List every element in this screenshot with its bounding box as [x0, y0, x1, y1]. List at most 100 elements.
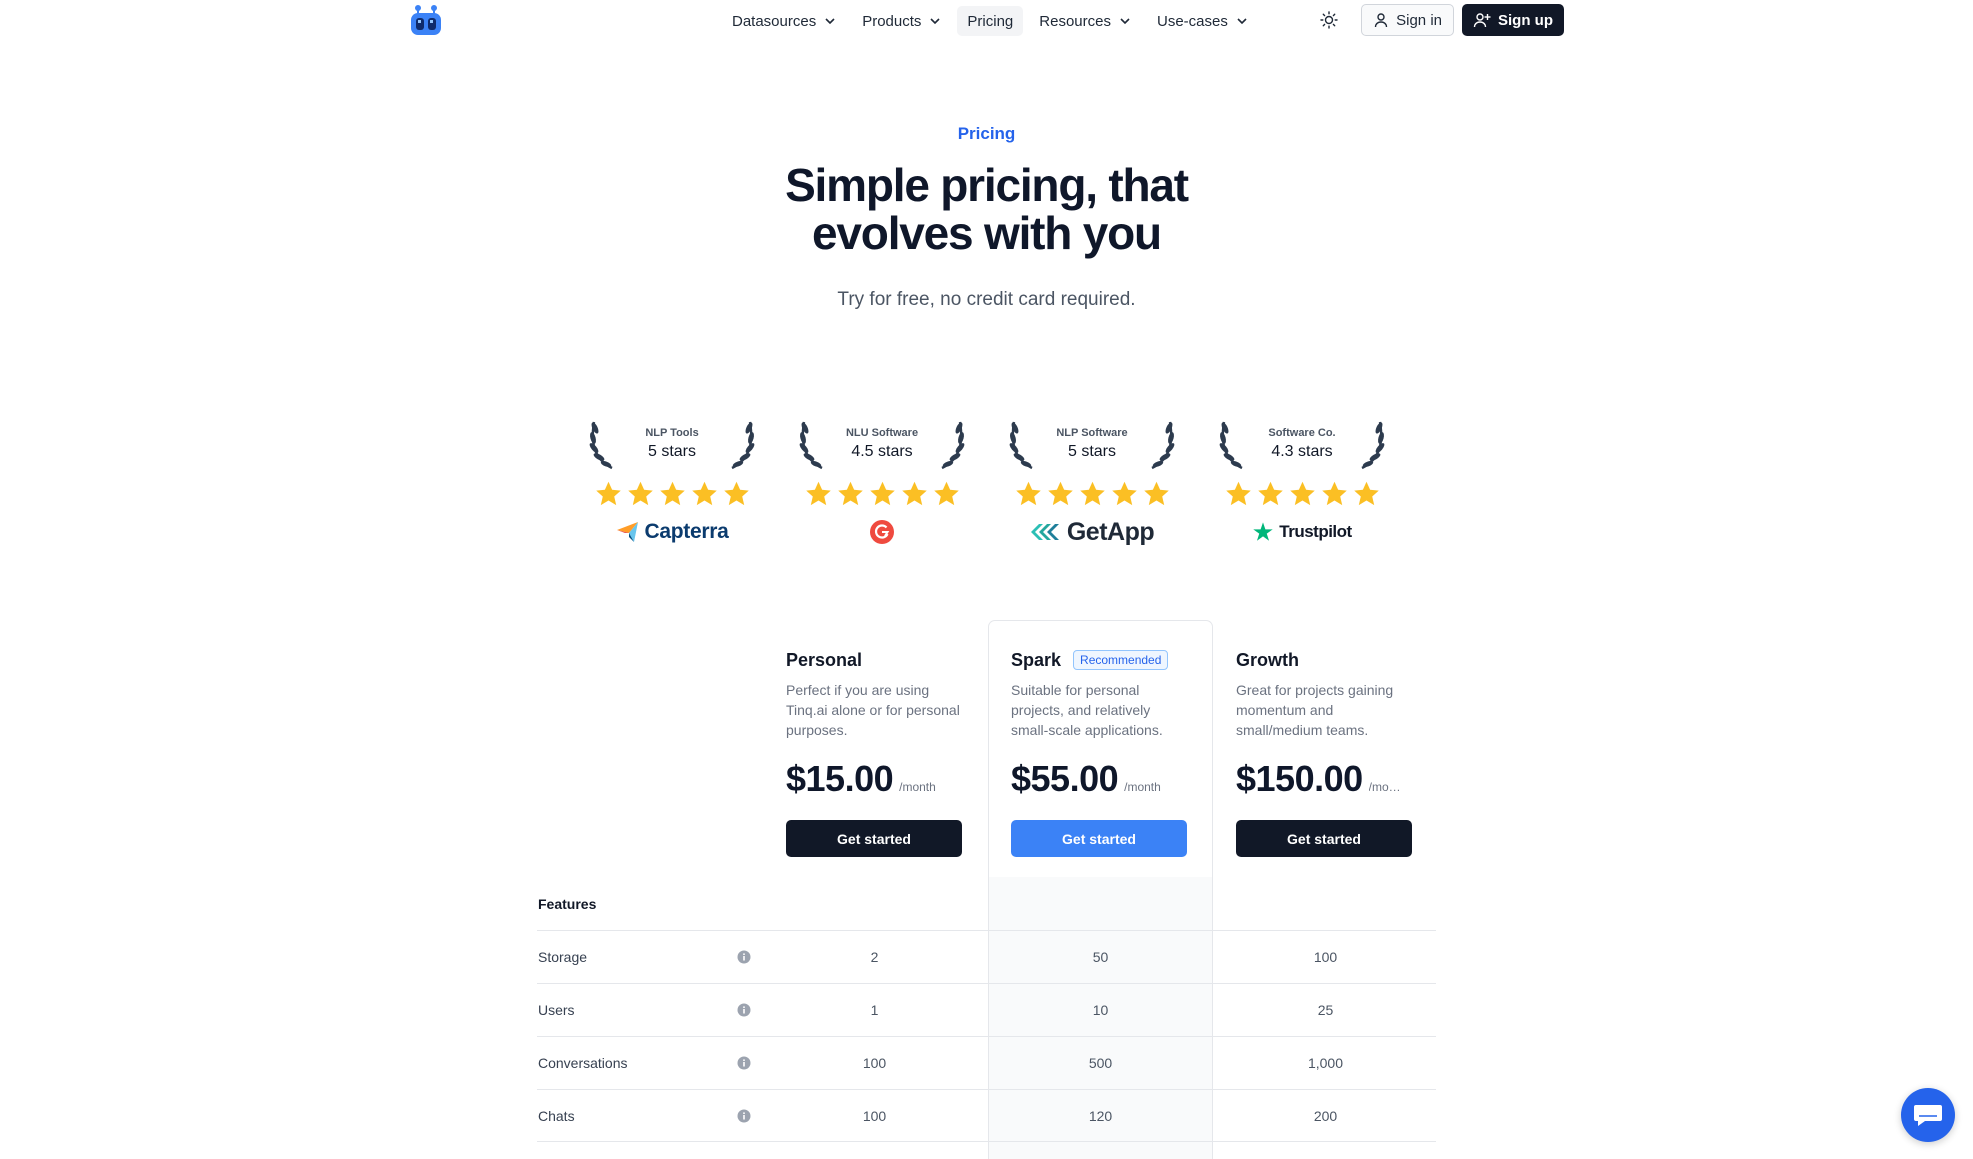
award-category: NLU Software	[845, 427, 919, 439]
nav-item-datasources[interactable]: Datasources	[722, 6, 846, 36]
laurel-left-icon	[799, 421, 823, 470]
chevron-down-icon	[930, 18, 940, 25]
nav-item-resources[interactable]: Resources	[1029, 6, 1141, 36]
sign-in-button[interactable]: Sign in	[1361, 4, 1454, 36]
chat-widget-button[interactable]	[1901, 1088, 1955, 1142]
nav-item-label: Resources	[1039, 12, 1111, 30]
table-row: Chats 100 120 200	[537, 1089, 1436, 1142]
g2-icon	[870, 520, 894, 544]
feature-rows: Storage 2 50 100 Users 1 10 25 Conversat…	[537, 930, 1436, 1142]
price-period: /month	[1368, 780, 1405, 794]
chevron-down-icon	[825, 18, 835, 25]
star-icon	[1143, 481, 1169, 506]
star-icon	[1321, 481, 1347, 506]
plan-description: Great for projects gaining momentum and …	[1236, 682, 1394, 738]
star-icon	[595, 481, 621, 506]
nav-item-use-cases[interactable]: Use-cases	[1147, 6, 1258, 36]
nav-item-label: Pricing	[967, 12, 1014, 30]
sign-in-label: Sign in	[1396, 11, 1442, 29]
laurel-wreath: NLU Software 4.5 stars	[794, 414, 970, 472]
award-category: NLP Tools	[645, 427, 699, 439]
recommended-badge: Recommended	[1073, 650, 1169, 670]
feature-label: Chats	[538, 1107, 575, 1124]
laurel-wreath: NLP Software 5 stars	[1004, 414, 1180, 472]
nav-item-label: Datasources	[732, 12, 817, 30]
hero-subtitle: Try for free, no credit card required.	[837, 289, 1136, 310]
user-icon	[1374, 13, 1388, 28]
star-icon	[1047, 481, 1073, 506]
nav-actions: Sign in Sign up	[1313, 4, 1564, 36]
info-icon[interactable]	[737, 950, 751, 964]
nav-item-products[interactable]: Products	[852, 6, 951, 36]
star-icon	[933, 481, 959, 506]
info-icon[interactable]	[737, 1109, 751, 1123]
plan-price: $15.00 /month	[786, 758, 964, 800]
price-period: /month	[1124, 780, 1161, 794]
star-icon	[1353, 481, 1379, 506]
table-cell: 100	[862, 1107, 887, 1124]
award-badge: Software Co. 4.3 stars Trustpilot	[1212, 414, 1392, 547]
page-title: Simple pricing, that evolves with you	[0, 161, 1973, 257]
star-icon	[869, 481, 895, 506]
table-cell: 200	[1313, 1107, 1338, 1124]
get-started-button-growth[interactable]: Get started	[1236, 820, 1412, 857]
sign-up-button[interactable]: Sign up	[1462, 4, 1564, 36]
laurel-right-icon	[1361, 421, 1385, 470]
plan-description: Suitable for personal projects, and rela…	[1011, 682, 1163, 738]
award-badge: NLP Software 5 stars GetApp	[1002, 414, 1182, 547]
award-badge: NLU Software 4.5 stars	[792, 414, 972, 547]
table-cell: 1,000	[1307, 1055, 1344, 1071]
table-cell: 25	[1317, 1002, 1334, 1018]
star-rating	[594, 480, 751, 508]
robot-logo-icon[interactable]	[409, 4, 443, 36]
laurel-wreath: Software Co. 4.3 stars	[1214, 414, 1390, 472]
theme-toggle-button[interactable]	[1313, 4, 1345, 36]
star-icon	[691, 481, 717, 506]
chevron-down-icon	[1237, 18, 1247, 25]
feature-label: Users	[538, 1002, 575, 1018]
laurel-wreath: NLP Tools 5 stars	[584, 414, 760, 472]
star-icon	[1289, 481, 1315, 506]
nav-item-label: Products	[862, 12, 922, 30]
star-icon	[1225, 481, 1251, 506]
star-rating	[1014, 480, 1171, 508]
plan-price: $150.00 /month	[1236, 758, 1414, 800]
user-plus-icon	[1473, 13, 1491, 28]
chat-bubble-icon	[1914, 1105, 1942, 1126]
chevron-down-icon	[1120, 18, 1130, 25]
star-icon	[837, 481, 863, 506]
getapp-logo[interactable]: GetApp	[1030, 517, 1155, 547]
capterra-logo[interactable]: Capterra	[616, 517, 729, 547]
table-cell: 1	[870, 1002, 879, 1018]
table-row: Conversations 100 500 1,000	[537, 1036, 1436, 1089]
table-cell: 2	[870, 949, 879, 965]
pricing-table: Personal Perfect if you are using Tinq.a…	[537, 620, 1436, 1159]
trustpilot-star-icon	[1253, 522, 1273, 541]
nav-item-label: Use-cases	[1156, 12, 1228, 30]
price-period: /month	[899, 780, 936, 794]
plan-card-spark: Spark Recommended Suitable for personal …	[1011, 648, 1189, 857]
brand-name: Capterra	[644, 520, 729, 543]
star-icon	[659, 481, 685, 506]
table-cell: 50	[1092, 949, 1109, 965]
info-icon[interactable]	[737, 1056, 751, 1070]
g2-logo[interactable]	[869, 517, 895, 547]
star-icon	[627, 481, 653, 506]
award-score: 5 stars	[647, 443, 696, 460]
laurel-right-icon	[941, 421, 965, 470]
get-started-button-spark[interactable]: Get started	[1011, 820, 1187, 857]
get-started-button-personal[interactable]: Get started	[786, 820, 962, 857]
laurel-left-icon	[1009, 421, 1033, 470]
table-cell: 500	[1088, 1055, 1113, 1071]
plan-name: Spark	[1011, 649, 1062, 670]
nav-item-pricing[interactable]: Pricing	[957, 6, 1024, 36]
capterra-arrow-icon	[616, 522, 638, 542]
star-icon	[1079, 481, 1105, 506]
table-cell: 100	[862, 1055, 887, 1071]
trustpilot-logo[interactable]: Trustpilot	[1252, 517, 1352, 547]
price-amount: $15.00	[786, 758, 894, 799]
top-nav: Datasources Products Pricing Resources U…	[0, 0, 1973, 42]
award-category: Software Co.	[1268, 427, 1336, 439]
info-icon[interactable]	[737, 1003, 751, 1017]
star-rating	[1224, 480, 1381, 508]
